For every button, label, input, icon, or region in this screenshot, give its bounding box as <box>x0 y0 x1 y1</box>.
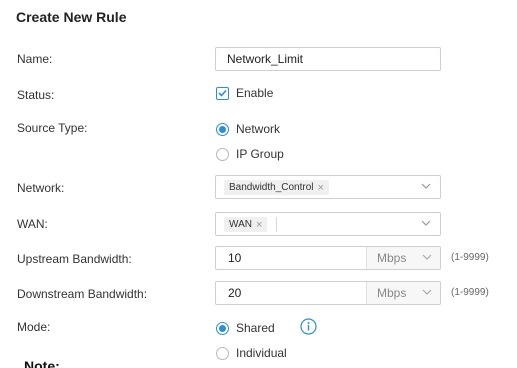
wan-select[interactable]: WAN × <box>215 212 441 236</box>
downstream-range-hint: (1-9999) <box>451 287 489 298</box>
source-type-ip-group-option[interactable]: IP Group <box>216 147 284 161</box>
mode-shared-option[interactable]: Shared <box>216 321 275 335</box>
individual-option-label: Individual <box>236 346 287 360</box>
shared-option-label: Shared <box>236 321 275 335</box>
status-label: Status: <box>17 88 55 102</box>
name-label: Name: <box>17 52 53 66</box>
mode-individual-option[interactable]: Individual <box>216 346 287 360</box>
enable-checkbox-row[interactable]: Enable <box>216 86 273 100</box>
individual-radio[interactable] <box>216 346 229 360</box>
upstream-range-hint: (1-9999) <box>451 252 489 263</box>
upstream-value: 10 <box>228 251 242 265</box>
network-radio[interactable] <box>216 122 229 136</box>
tag-remove-icon[interactable]: × <box>256 219 262 231</box>
checkmark-icon <box>218 89 227 97</box>
chevron-down-icon[interactable] <box>422 289 432 296</box>
page-title: Create New Rule <box>16 9 127 25</box>
upstream-bandwidth-label: Upstream Bandwidth: <box>17 252 132 266</box>
source-type-network-option[interactable]: Network <box>216 122 280 136</box>
chevron-down-icon[interactable] <box>421 183 431 190</box>
enable-label: Enable <box>236 86 274 100</box>
upstream-unit: Mbps <box>377 251 407 265</box>
note-heading: Note: <box>24 358 60 368</box>
downstream-value: 20 <box>228 286 242 300</box>
tag-remove-icon[interactable]: × <box>318 182 324 194</box>
network-select[interactable]: Bandwidth_Control × <box>215 175 441 199</box>
enable-checkbox[interactable] <box>216 86 229 100</box>
network-option-label: Network <box>236 122 281 136</box>
upstream-unit-select[interactable]: Mbps <box>366 247 440 269</box>
wan-tag-label: WAN <box>229 219 252 230</box>
downstream-unit: Mbps <box>377 286 407 300</box>
info-icon[interactable] <box>300 318 317 335</box>
shared-radio[interactable] <box>216 321 229 335</box>
source-type-label: Source Type: <box>17 121 88 135</box>
downstream-unit-select[interactable]: Mbps <box>366 282 440 304</box>
ip-group-radio[interactable] <box>216 147 229 161</box>
network-label: Network: <box>17 181 65 195</box>
wan-label: WAN: <box>17 217 48 231</box>
mode-label: Mode: <box>17 320 51 334</box>
chevron-down-icon[interactable] <box>422 254 432 261</box>
network-tag-label: Bandwidth_Control <box>229 182 314 193</box>
network-tag: Bandwidth_Control × <box>224 180 329 195</box>
wan-tag: WAN × <box>224 217 268 232</box>
upstream-bandwidth-input[interactable]: 10 Mbps <box>215 246 441 270</box>
name-input[interactable]: Network_Limit <box>215 47 441 71</box>
downstream-bandwidth-input[interactable]: 20 Mbps <box>215 281 441 305</box>
ip-group-option-label: IP Group <box>236 147 284 161</box>
text-cursor <box>276 217 277 232</box>
downstream-bandwidth-label: Downstream Bandwidth: <box>17 287 148 301</box>
chevron-down-icon[interactable] <box>421 220 431 227</box>
